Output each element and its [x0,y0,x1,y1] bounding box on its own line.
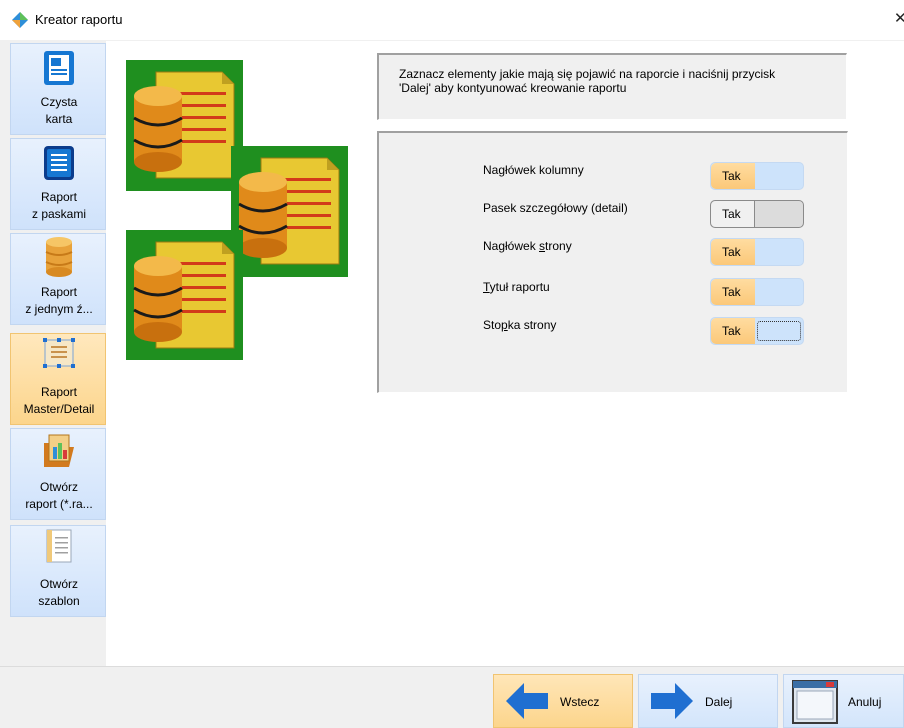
toggle-label: Tak [722,324,741,338]
open-report-icon [44,434,74,467]
cancel-button-label: Anuluj [848,695,882,709]
option-label-page-header: Nagłówek strony [483,239,572,253]
window-title: Kreator raportu [35,12,123,27]
sidebar-item-open-template[interactable]: Otwórz szablon [10,525,106,617]
options-panel: Nagłówek kolumny Tak Pasek szczegółowy (… [377,131,848,393]
close-icon[interactable]: ✕ [894,9,904,27]
sidebar-item-label: z jednym ź... [25,302,93,316]
sidebar-item-blank-page[interactable]: Czysta karta [10,43,106,135]
sidebar-item-label: Otwórz [39,577,78,591]
sidebar-item-label: Raport [40,285,78,299]
toggle-page-header[interactable]: Tak [710,238,804,266]
button-bar: Wstecz Dalej Anuluj [0,666,904,728]
sidebar-item-label: szablon [38,594,80,608]
database-icon [45,237,73,277]
sidebar-item-label: Raport [40,190,78,204]
sidebar-item-label: z paskami [31,207,87,221]
instructions-box: Zaznacz elementy jakie mają się pojawić … [377,53,847,120]
option-label-detail-band: Pasek szczegółowy (detail) [483,201,628,215]
open-template-icon [46,529,72,563]
arrow-left-icon [506,683,548,719]
tile-detail [229,144,348,279]
tile-master [126,60,245,193]
arrow-right-icon [651,683,693,719]
instructions-line-1: Zaznacz elementy jakie mają się pojawić … [399,67,776,81]
option-label-page-footer: Stopka strony [483,318,557,332]
back-button[interactable]: Wstecz [493,674,633,728]
sidebar-item-label: raport (*.ra... [25,497,93,511]
cancel-button[interactable]: Anuluj [783,674,904,728]
option-label-column-header: Nagłówek kolumny [483,163,584,177]
sidebar-item-single-source-report[interactable]: Raport z jednym ź... [10,233,106,325]
app-icon [12,12,28,28]
toggle-detail-band[interactable]: Tak [710,200,804,228]
toggle-report-title[interactable]: Tak [710,278,804,306]
focus-rectangle [757,321,801,341]
blank-page-icon [44,51,74,85]
window-close-icon [792,680,838,724]
tile-report [126,228,245,360]
title-bar: Kreator raportu ✕ [0,0,904,40]
sidebar-item-label: karta [45,112,73,126]
sidebar: Czysta karta Raport z paskami Raport z j… [8,41,106,666]
sidebar-item-label: Czysta [40,95,78,109]
toggle-label: Tak [722,285,741,299]
master-detail-illustration [126,60,348,360]
instructions-line-2: 'Dalej' aby kontyunować kreowanie raport… [399,81,627,95]
toggle-column-header[interactable]: Tak [710,162,804,190]
toggle-label: Tak [722,245,741,259]
toggle-label: Tak [722,169,741,183]
next-button[interactable]: Dalej [638,674,778,728]
toggle-page-footer[interactable]: Tak [710,317,804,345]
striped-report-icon [44,146,74,180]
sidebar-item-open-report[interactable]: Otwórz raport (*.ra... [10,428,106,520]
sidebar-item-master-detail[interactable]: Raport Master/Detail [10,333,106,425]
back-button-label: Wstecz [560,695,600,709]
sidebar-item-label: Master/Detail [23,402,95,416]
option-label-report-title: Tytuł raportu [483,280,550,294]
sidebar-item-label: Raport [40,385,78,399]
sidebar-item-label: Otwórz [39,480,78,494]
next-button-label: Dalej [705,695,733,709]
toggle-label: Tak [722,207,741,221]
sidebar-item-striped-report[interactable]: Raport z paskami [10,138,106,230]
master-detail-icon [43,338,75,368]
